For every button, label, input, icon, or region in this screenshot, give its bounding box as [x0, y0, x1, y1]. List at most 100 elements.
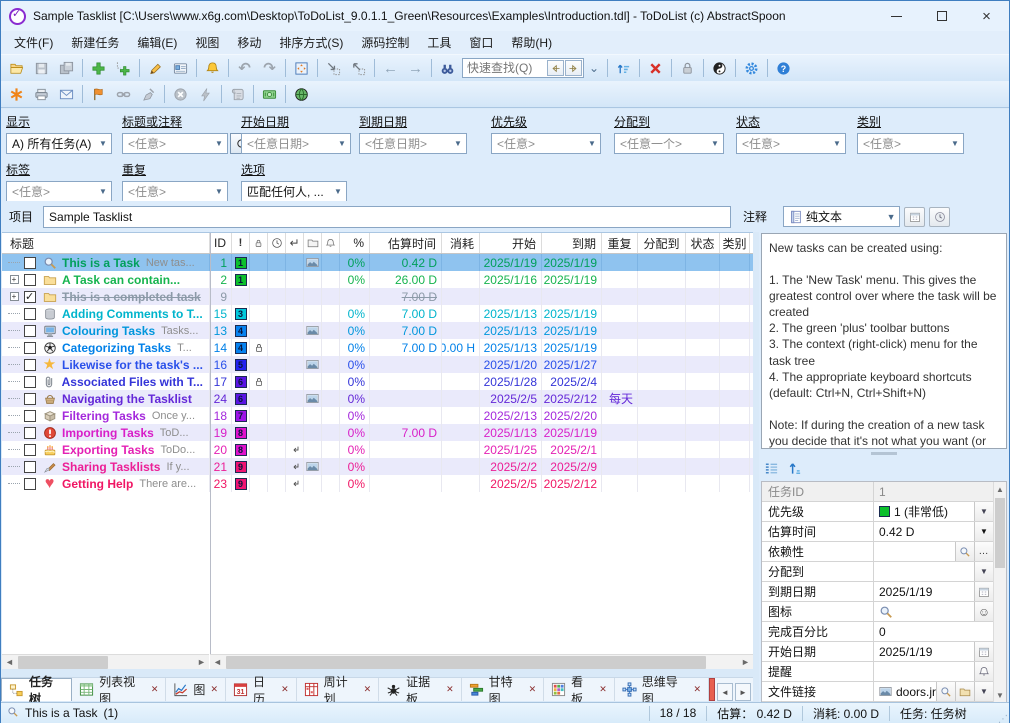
attribute-value[interactable]: 1 (非常低)	[874, 502, 974, 521]
task-checkbox[interactable]	[24, 410, 36, 422]
column-header-hdr-bell[interactable]	[322, 233, 340, 253]
task-row[interactable]: Adding Comments to T...1530%7.00 D2025/1…	[2, 305, 753, 322]
filter-7-select[interactable]: <任意>▼	[857, 133, 964, 154]
column-header-hdr-lock[interactable]	[250, 233, 268, 253]
project-title-input[interactable]	[43, 206, 731, 228]
column-header-hdr-enter[interactable]: ↵	[286, 233, 304, 253]
quick-action-button[interactable]	[193, 83, 218, 106]
chevron-button[interactable]: ▼	[974, 502, 993, 521]
attribute-value[interactable]	[874, 602, 974, 621]
tab-close-icon[interactable]: ✕	[210, 684, 218, 695]
new-task-button[interactable]	[86, 57, 111, 80]
save-all-button[interactable]	[54, 57, 79, 80]
comments-format-select[interactable]: 纯文本 ▼	[783, 206, 900, 227]
filter-5-select[interactable]: <任意一个>▼	[614, 133, 724, 154]
attribute-value[interactable]	[874, 562, 974, 581]
tab-close-icon[interactable]: ✕	[599, 684, 607, 695]
task-checkbox[interactable]	[24, 444, 36, 456]
task-checkbox[interactable]	[24, 393, 36, 405]
column-header-标题[interactable]: 标题	[2, 233, 210, 253]
select-prev-button[interactable]: ←	[378, 57, 403, 80]
menu-item-9[interactable]: 帮助(H)	[502, 31, 561, 54]
scroll-up-icon[interactable]: ▲	[994, 482, 1006, 496]
undo-button[interactable]: ↶	[232, 57, 257, 80]
task-row[interactable]: Sharing TasklistsIf y...2190%2025/2/2202…	[2, 458, 753, 475]
edit-task-title-button[interactable]	[143, 57, 168, 80]
select-next-button[interactable]: →	[403, 57, 428, 80]
calendar-button[interactable]	[974, 582, 993, 601]
task-checkbox[interactable]	[24, 291, 36, 303]
preferences-button[interactable]	[739, 57, 764, 80]
task-comments[interactable]: New tasks can be created using: 1. The '…	[761, 233, 1007, 449]
task-checkbox[interactable]	[24, 308, 36, 320]
columns-hscrollbar[interactable]: ◄ ►	[210, 654, 753, 669]
task-row[interactable]: Colouring TasksTasks...1340%7.00 D2025/1…	[2, 322, 753, 339]
attributes-vscrollbar[interactable]: ▲ ▼	[993, 482, 1006, 702]
redo-button[interactable]: ↷	[257, 57, 282, 80]
attribute-value[interactable]	[874, 662, 974, 681]
column-header-估算时间[interactable]: 估算时间	[370, 233, 442, 253]
filter-4-select[interactable]: <任意>▼	[491, 133, 601, 154]
task-row[interactable]: ♥Getting HelpThere are...2390%2025/2/520…	[2, 475, 753, 492]
scroll-right-icon[interactable]: ►	[738, 655, 753, 670]
tab-甘特图[interactable]: 甘特图✕	[462, 678, 544, 701]
tab-思维导图[interactable]: 思维导图✕	[615, 678, 709, 701]
new-subtask-button[interactable]	[111, 57, 136, 80]
filter-0-select[interactable]: A) 所有任务(A)▼	[6, 133, 112, 154]
comments-date-button[interactable]	[904, 207, 925, 227]
task-row[interactable]: ★Likewise for the task's ...1650%2025/1/…	[2, 356, 753, 373]
sort-tasks-button[interactable]	[611, 57, 636, 80]
column-header-状态[interactable]: 状态	[686, 233, 720, 253]
tree-columns-splitter[interactable]	[210, 233, 211, 654]
task-row[interactable]: This is a TaskNew tas...110%0.42 D2025/1…	[2, 254, 753, 271]
filter-6-select[interactable]: <任意>▼	[736, 133, 846, 154]
link-task-button[interactable]	[111, 83, 136, 106]
scroll-left-icon[interactable]: ◄	[210, 655, 225, 670]
task-checkbox[interactable]	[24, 478, 36, 490]
column-header-hdr-folder[interactable]	[304, 233, 322, 253]
bell-small-button[interactable]	[974, 662, 993, 681]
task-checkbox[interactable]	[24, 427, 36, 439]
tab-close-icon[interactable]: ✕	[281, 684, 289, 695]
comments-attributes-splitter[interactable]	[759, 450, 1009, 457]
task-row[interactable]: Navigating the Tasklist2460%2025/2/52025…	[2, 390, 753, 407]
tab-任务树[interactable]: 任务树	[1, 678, 72, 701]
column-header-ID[interactable]: ID	[210, 233, 232, 253]
menu-item-8[interactable]: 窗口	[460, 31, 502, 54]
maximize-button[interactable]	[919, 1, 964, 31]
filter-3-select[interactable]: <任意日期>▼	[359, 133, 467, 154]
expand-icon[interactable]: +	[10, 292, 19, 301]
tab-close-icon[interactable]: ✕	[529, 684, 537, 695]
menu-item-1[interactable]: 新建任务	[62, 31, 128, 54]
column-header-分配到[interactable]: 分配到	[638, 233, 686, 253]
group-attributes-icon[interactable]	[764, 461, 779, 479]
menu-item-0[interactable]: 文件(F)	[5, 31, 62, 54]
calendar-button[interactable]	[974, 642, 993, 661]
chevron-button[interactable]: ▼	[974, 562, 993, 581]
column-header-开始[interactable]: 开始	[480, 233, 542, 253]
print-button[interactable]	[29, 83, 54, 106]
task-checkbox[interactable]	[24, 376, 36, 388]
tab-close-icon[interactable]: ✕	[694, 684, 702, 695]
tab-close-icon[interactable]: ✕	[151, 684, 159, 695]
column-header-重复[interactable]: 重复	[602, 233, 638, 253]
attribute-value[interactable]: 0.42 D	[874, 522, 974, 541]
spin-button[interactable]: ▼	[974, 522, 993, 541]
tree-hscrollbar[interactable]: ◄ ►	[2, 654, 209, 669]
edit-task-attributes-button[interactable]	[168, 57, 193, 80]
attribute-value[interactable]	[874, 542, 955, 561]
open-tasklist-button[interactable]	[4, 57, 29, 80]
menu-item-7[interactable]: 工具	[418, 31, 460, 54]
view-log-button[interactable]	[225, 83, 250, 106]
goto-reference-button[interactable]	[321, 57, 346, 80]
tab-scroll-right-icon[interactable]: ►	[735, 683, 751, 701]
tab-close-icon[interactable]: ✕	[364, 684, 372, 695]
filter-2-select[interactable]: <任意日期>▼	[241, 133, 351, 154]
scroll-left-icon[interactable]: ◄	[2, 655, 17, 670]
tab-日历[interactable]: 31日历✕	[226, 678, 297, 701]
tab-图[interactable]: 图✕	[166, 678, 226, 701]
scroll-right-icon[interactable]: ►	[194, 655, 209, 670]
task-row[interactable]: Exporting TasksToDo...2080%2025/1/252025…	[2, 441, 753, 458]
menu-item-3[interactable]: 视图	[186, 31, 228, 54]
set-reminder-button[interactable]	[200, 57, 225, 80]
